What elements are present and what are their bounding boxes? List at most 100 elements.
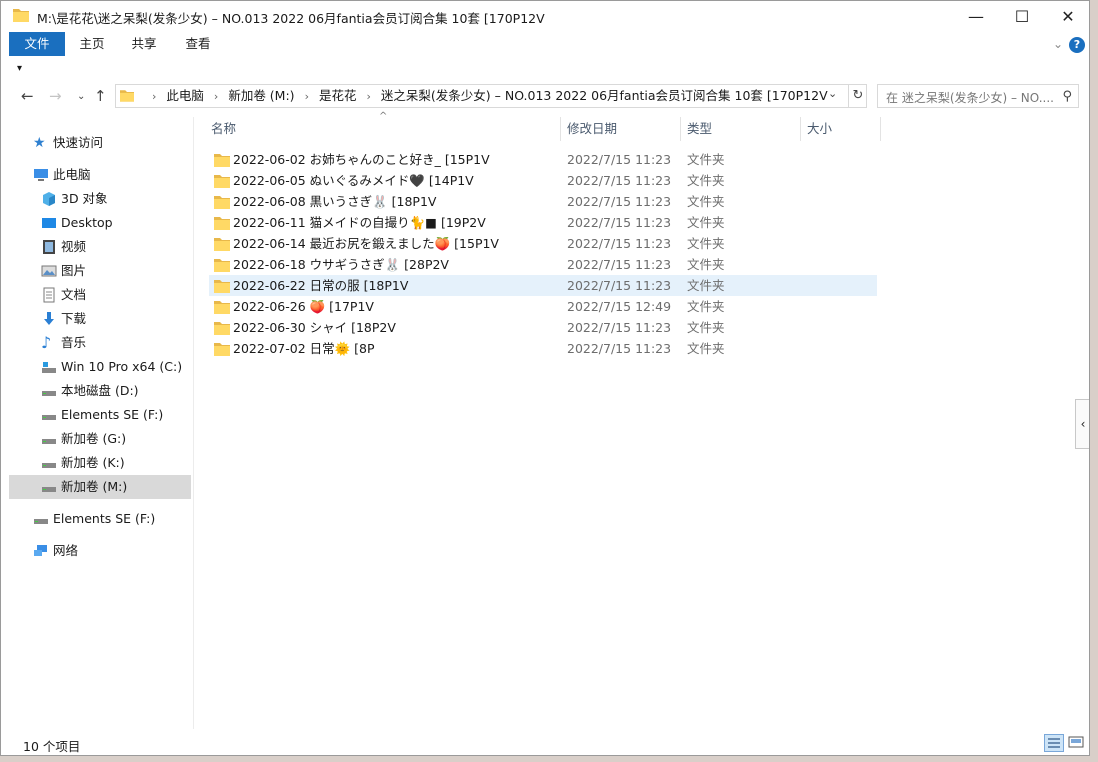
breadcrumb-drive[interactable]: 新加卷 (M:) [228, 88, 294, 103]
help-icon[interactable]: ? [1069, 37, 1085, 53]
file-row[interactable]: 2022-06-08 黒いうさぎ🐰 [18P1V 2022/7/15 11:23… [209, 191, 877, 212]
sidebar-item-this-pc[interactable]: 此电脑 [1, 163, 183, 187]
folder-icon [214, 259, 230, 272]
file-row[interactable]: 2022-06-05 ぬいぐるみメイド🖤 [14P1V 2022/7/15 11… [209, 170, 877, 191]
sidebar-item-network[interactable]: 网络 [1, 539, 183, 563]
file-type: 文件夹 [687, 320, 725, 335]
tab-home[interactable]: 主页 [71, 32, 113, 56]
tab-view[interactable]: 查看 [177, 32, 219, 56]
recent-locations-icon[interactable]: ⌄ [77, 91, 85, 102]
tab-share[interactable]: 共享 [123, 32, 165, 56]
item-count: 10 个项目 [23, 739, 81, 754]
file-date: 2022/7/15 11:23 [567, 278, 672, 293]
file-date: 2022/7/15 12:49 [567, 299, 672, 314]
up-arrow-icon[interactable]: ↑ [94, 87, 107, 105]
tab-file[interactable]: 文件 [9, 32, 65, 56]
column-divider[interactable] [680, 117, 681, 141]
expand-ribbon-icon[interactable]: ⌄ [1053, 37, 1063, 51]
video-icon [43, 240, 55, 254]
file-row[interactable]: 2022-06-30 シャイ [18P2V 2022/7/15 11:23 文件… [209, 317, 877, 338]
sidebar-item-video[interactable]: 视频 [9, 235, 191, 259]
sidebar-item-drive-c[interactable]: Win 10 Pro x64 (C:) [9, 355, 191, 379]
window-title: M:\是花花\迷之呆梨(发条少女) – NO.013 2022 06月fanti… [37, 11, 545, 26]
breadcrumb-current[interactable]: 迷之呆梨(发条少女) – NO.013 2022 06月fantia会员订阅合集… [381, 88, 828, 103]
search-placeholder: 在 迷之呆梨(发条少女) – NO.... [886, 91, 1055, 105]
star-icon: ★ [33, 135, 46, 151]
file-row-hovered[interactable]: 2022-06-22 日常の服 [18P1V 2022/7/15 11:23 文… [209, 275, 877, 296]
folder-icon [214, 238, 230, 251]
column-divider[interactable] [800, 117, 801, 141]
file-name: 2022-06-18 ウサギうさぎ🐰 [28P2V [233, 257, 449, 272]
file-name: 2022-06-08 黒いうさぎ🐰 [18P1V [233, 194, 437, 209]
file-name: 2022-06-14 最近お尻を鍛えました🍑 [15P1V [233, 236, 499, 251]
network-icon [34, 545, 47, 556]
large-icons-view-icon[interactable] [1067, 734, 1087, 752]
column-divider[interactable] [560, 117, 561, 141]
drive-icon [42, 391, 56, 396]
sidebar-item-3d-objects[interactable]: 3D 对象 [9, 187, 191, 211]
file-type: 文件夹 [687, 341, 725, 356]
file-row[interactable]: 2022-06-11 猫メイドの自撮り🐈■ [19P2V 2022/7/15 1… [209, 212, 877, 233]
drive-icon [42, 487, 56, 492]
sidebar-item-drive-f[interactable]: Elements SE (F:) [9, 403, 191, 427]
sidebar-item-drive-k[interactable]: 新加卷 (K:) [9, 451, 191, 475]
desktop-icon [42, 218, 56, 228]
file-name: 2022-07-02 日常🌞 [8P [233, 341, 375, 356]
sidebar-item-pictures[interactable]: 图片 [9, 259, 191, 283]
back-arrow-icon[interactable]: ← [21, 87, 34, 105]
title-bar[interactable]: M:\是花花\迷之呆梨(发条少女) – NO.013 2022 06月fanti… [1, 1, 1089, 32]
maximize-button[interactable]: ☐ [999, 1, 1045, 32]
sidebar-item-quick-access[interactable]: ★ 快速访问 [9, 131, 191, 155]
file-date: 2022/7/15 11:23 [567, 236, 672, 251]
sidebar-item-desktop[interactable]: Desktop [9, 211, 191, 235]
file-type: 文件夹 [687, 236, 725, 251]
forward-arrow-icon[interactable]: → [49, 87, 62, 105]
search-icon: ⚲ [1062, 89, 1072, 104]
download-icon [44, 312, 54, 325]
chevron-right-icon[interactable]: › [366, 90, 370, 103]
folder-icon [214, 280, 230, 293]
large-icons-view-glyph [1068, 736, 1084, 748]
column-header-name[interactable]: 名称 [211, 117, 559, 141]
column-header-size[interactable]: 大小 [807, 117, 879, 141]
folder-icon [214, 217, 230, 230]
file-row[interactable]: 2022-07-02 日常🌞 [8P 2022/7/15 11:23 文件夹 [209, 338, 877, 359]
chevron-right-icon[interactable]: › [305, 90, 309, 103]
search-input[interactable]: 在 迷之呆梨(发条少女) – NO.... ⚲ [877, 84, 1079, 108]
file-row[interactable]: 2022-06-14 最近お尻を鍛えました🍑 [15P1V 2022/7/15 … [209, 233, 877, 254]
folder-icon [214, 301, 230, 314]
column-divider[interactable] [880, 117, 881, 141]
navigation-pane: ★ 快速访问 此电脑 3D 对象 Desktop 视频 图片 文档 下载 ♪ 音… [1, 117, 194, 729]
preview-pane-toggle-icon[interactable]: ‹ [1075, 399, 1089, 449]
sidebar-item-drive-m[interactable]: 新加卷 (M:) [9, 475, 191, 499]
address-bar[interactable]: › 此电脑 › 新加卷 (M:) › 是花花 › 迷之呆梨(发条少女) – NO.013 20… [115, 84, 867, 108]
chevron-right-icon[interactable]: › [214, 90, 218, 103]
breadcrumb-this-pc[interactable]: 此电脑 [166, 88, 204, 103]
file-date: 2022/7/15 11:23 [567, 194, 672, 209]
details-view-icon[interactable] [1044, 734, 1064, 752]
sidebar-item-downloads[interactable]: 下载 [9, 307, 191, 331]
file-date: 2022/7/15 11:23 [567, 320, 672, 335]
column-header-date[interactable]: 修改日期 [567, 117, 679, 141]
file-date: 2022/7/15 11:23 [567, 257, 672, 272]
sidebar-item-music[interactable]: ♪ 音乐 [9, 331, 191, 355]
sidebar-item-documents[interactable]: 文档 [9, 283, 191, 307]
breadcrumb: › 此电脑 › 新加卷 (M:) › 是花花 › 迷之呆梨(发条少女) – NO.013 20… [142, 85, 828, 107]
file-row[interactable]: 2022-06-18 ウサギうさぎ🐰 [28P2V 2022/7/15 11:2… [209, 254, 877, 275]
minimize-button[interactable]: — [953, 1, 999, 32]
refresh-icon[interactable]: ↻ [848, 85, 867, 107]
file-type: 文件夹 [687, 152, 725, 167]
file-type: 文件夹 [687, 215, 725, 230]
file-row[interactable]: 2022-06-02 お姉ちゃんのこと好き_ [15P1V 2022/7/15 … [209, 149, 877, 170]
file-name: 2022-06-11 猫メイドの自撮り🐈■ [19P2V [233, 215, 486, 230]
breadcrumb-folder[interactable]: 是花花 [319, 88, 357, 103]
address-dropdown-icon[interactable]: ⌄ [828, 87, 837, 100]
sidebar-item-drive-g[interactable]: 新加卷 (G:) [9, 427, 191, 451]
file-row[interactable]: 2022-06-26 🍑 [17P1V 2022/7/15 12:49 文件夹 [209, 296, 877, 317]
close-button[interactable]: ✕ [1045, 1, 1089, 32]
file-date: 2022/7/15 11:23 [567, 341, 672, 356]
quick-access-toolbar-icon[interactable]: ▾ [17, 63, 22, 74]
column-header-type[interactable]: 类型 [687, 117, 799, 141]
sidebar-item-drive-d[interactable]: 本地磁盘 (D:) [9, 379, 191, 403]
sidebar-item-external-drive[interactable]: Elements SE (F:) [1, 507, 183, 531]
